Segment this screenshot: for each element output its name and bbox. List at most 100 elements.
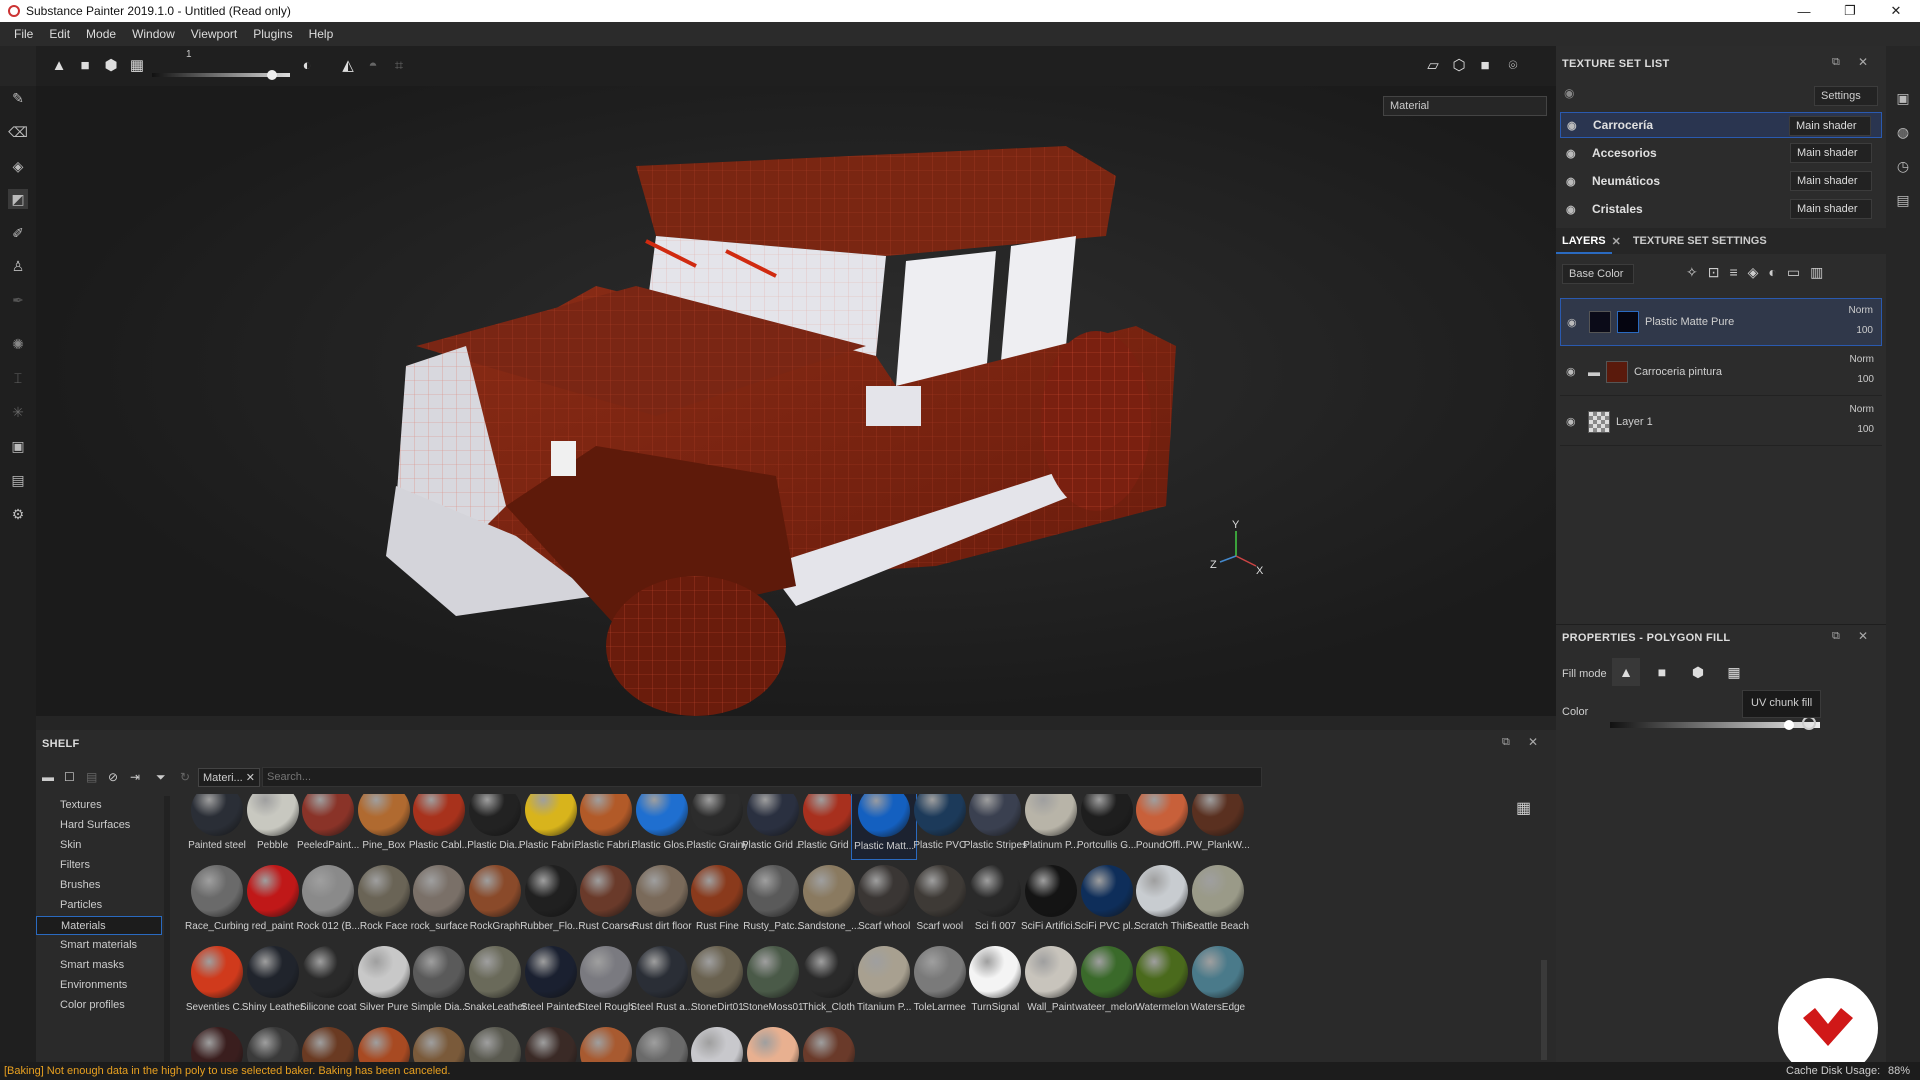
polygon-fill-icon[interactable]: ■ (1648, 658, 1676, 686)
remove-filter-icon[interactable]: ✕ (246, 772, 255, 784)
3d-viewport[interactable]: Material Y Z X (36, 86, 1556, 716)
shader-dropdown[interactable]: Main shader (1789, 116, 1871, 136)
eye-icon[interactable]: ◉ (1566, 147, 1582, 160)
close-window-button[interactable]: ✕ (1873, 0, 1919, 22)
clone-stamp-icon[interactable]: ♙ (8, 256, 28, 276)
slider-knob[interactable] (267, 70, 278, 80)
category-materials[interactable]: Materials (36, 916, 162, 935)
refresh-icon[interactable]: ↻ (180, 770, 198, 784)
filter-icon[interactable]: ⏷ (156, 770, 180, 785)
color-picker-icon[interactable] (1802, 716, 1816, 730)
blend-mode[interactable]: Norm (1849, 305, 1873, 316)
uv-chunk-fill-icon[interactable]: ▦ (1720, 658, 1748, 686)
mask-icon[interactable]: ◐ (1768, 264, 1776, 281)
triangle-fill-icon[interactable]: ▲ (1612, 658, 1640, 686)
polygon-fill-icon[interactable]: ◩ (8, 189, 28, 209)
projection-icon[interactable]: ◈ (8, 156, 28, 176)
folder-icon[interactable]: ▭ (1787, 264, 1800, 281)
export-icon[interactable]: ▤ (8, 470, 28, 490)
menu-mode[interactable]: Mode (78, 27, 124, 41)
category-scrollbar[interactable] (164, 796, 170, 1066)
category-skin[interactable]: Skin (36, 836, 162, 855)
category-smart-materials[interactable]: Smart materials (36, 936, 162, 955)
blend-mode[interactable]: Norm (1850, 354, 1874, 365)
layer-opacity[interactable]: 100 (1856, 325, 1873, 336)
menu-window[interactable]: Window (124, 27, 183, 41)
layer-layer-1[interactable]: ◉ Layer 1 Norm 100 (1560, 398, 1882, 446)
shader-dropdown[interactable]: Main shader (1790, 171, 1872, 191)
category-textures[interactable]: Textures (36, 796, 162, 815)
triangle-fill-icon[interactable]: ▲ (50, 56, 68, 74)
menu-help[interactable]: Help (301, 27, 342, 41)
eye-icon[interactable]: ◉ (1566, 175, 1582, 188)
channel-dropdown[interactable]: Base Color (1562, 264, 1634, 284)
channel-select[interactable]: Material (1383, 96, 1547, 116)
category-environments[interactable]: Environments (36, 976, 162, 995)
tab-layers[interactable]: LAYERS (1556, 228, 1612, 254)
lazy-mouse-icon[interactable]: ◓ (364, 56, 382, 74)
hide-icon[interactable]: ⊘ (108, 770, 130, 784)
visibility-icon[interactable]: ◉ (1564, 86, 1574, 100)
layer-plastic-matte-pure[interactable]: ◉ Plastic Matte Pure Norm 100 (1560, 298, 1882, 346)
eye-icon[interactable]: ◉ (1566, 203, 1582, 216)
shader-dropdown[interactable]: Main shader (1790, 143, 1872, 163)
viewport-mode-icon[interactable]: ▱ (1424, 56, 1442, 74)
settings-dropdown[interactable]: Settings (1814, 86, 1878, 106)
add-layer-icon[interactable]: ≡ (1729, 264, 1737, 281)
symmetry-icon[interactable]: ◭ (339, 56, 357, 74)
menu-plugins[interactable]: Plugins (245, 27, 300, 41)
close-layers-icon[interactable]: ✕ (1612, 235, 1621, 248)
maximize-icon[interactable]: ⧉ (1832, 56, 1840, 69)
bake-icon[interactable]: ✺ (8, 334, 28, 354)
category-filters[interactable]: Filters (36, 856, 162, 875)
tab-texture-set-settings[interactable]: TEXTURE SET SETTINGS (1633, 235, 1767, 247)
eraser-icon[interactable]: ⌫ (8, 122, 28, 142)
maximize-icon[interactable]: ⧉ (1502, 736, 1510, 749)
layer-opacity[interactable]: 100 (1857, 424, 1874, 435)
photoshop-icon[interactable]: ▣ (8, 436, 28, 456)
delete-icon[interactable]: ▤ (86, 770, 108, 784)
texture-set-accesorios[interactable]: ◉ Accesorios Main shader (1560, 140, 1882, 166)
minimize-button[interactable]: — (1781, 0, 1827, 22)
trash-icon[interactable]: ▥ (1810, 264, 1823, 281)
measure-icon[interactable]: ⌶ (8, 368, 28, 388)
menu-edit[interactable]: Edit (41, 27, 78, 41)
category-hard-surfaces[interactable]: Hard Surfaces (36, 816, 162, 835)
material-item[interactable]: WatersEdge (1185, 942, 1251, 1022)
color-picker-icon[interactable]: ◐ (298, 56, 316, 74)
toolbar-slider[interactable] (152, 70, 290, 80)
category-particles[interactable]: Particles (36, 896, 162, 915)
category-color-profiles[interactable]: Color profiles (36, 996, 162, 1015)
new-icon[interactable]: ☐ (64, 770, 86, 784)
texture-set-cristales[interactable]: ◉ Cristales Main shader (1560, 196, 1882, 222)
close-icon[interactable]: ✕ (1528, 735, 1538, 749)
fill-layer-icon[interactable]: ◈ (1748, 264, 1759, 281)
grid-view-icon[interactable]: ▦ (1516, 798, 1531, 818)
uv-fill-icon[interactable]: ▦ (128, 56, 146, 74)
menu-viewport[interactable]: Viewport (183, 27, 245, 41)
particle-icon[interactable]: ✳ (8, 402, 28, 422)
import-icon[interactable]: ⇥ (130, 770, 156, 784)
camera-mode-icon[interactable]: ■ (1476, 56, 1494, 74)
log-icon[interactable]: ▤ (1893, 190, 1913, 210)
mask-thumbnail[interactable] (1617, 311, 1639, 333)
material-item[interactable]: Seattle Beach (1185, 861, 1251, 941)
material-picker-icon[interactable]: ✒ (8, 290, 28, 310)
eye-icon[interactable]: ◉ (1567, 316, 1583, 329)
texture-set-icon[interactable]: ▣ (1893, 88, 1913, 108)
add-mask-icon[interactable]: ⊡ (1708, 264, 1720, 281)
blend-mode[interactable]: Norm (1850, 404, 1874, 415)
texture-set-neumaticos[interactable]: ◉ Neumáticos Main shader (1560, 168, 1882, 194)
slider-knob[interactable] (1784, 720, 1794, 730)
close-icon[interactable]: ✕ (1858, 55, 1868, 69)
eye-icon[interactable]: ◉ (1567, 119, 1583, 132)
folder-icon[interactable]: ▬ (42, 770, 64, 784)
category-smart-masks[interactable]: Smart masks (36, 956, 162, 975)
history-icon[interactable]: ◷ (1893, 156, 1913, 176)
mesh-fill-icon[interactable]: ⬢ (1684, 658, 1712, 686)
settings-icon[interactable]: ⚙ (8, 504, 28, 524)
paint-brush-icon[interactable]: ✎ (8, 88, 28, 108)
maximize-icon[interactable]: ⧉ (1832, 630, 1840, 643)
effects-icon[interactable]: ✧ (1686, 264, 1698, 281)
mesh-fill-icon[interactable]: ⬢ (102, 56, 120, 74)
